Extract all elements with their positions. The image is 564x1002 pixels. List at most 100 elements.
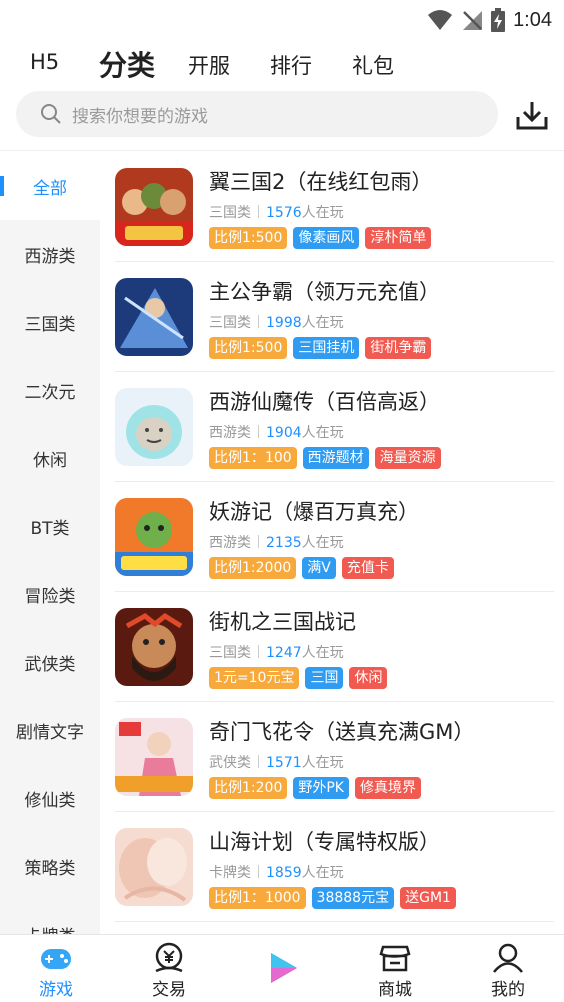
trade-icon — [155, 942, 183, 973]
game-list: 翼三国2（在线红包雨） 三国类 1576人在玩 比例1:500 像素画风 淳朴简单… — [100, 152, 564, 934]
gamepad-icon — [41, 949, 71, 969]
sidebar-item-card[interactable]: 卡牌类 — [0, 900, 100, 935]
tab-h5[interactable]: H5 — [30, 50, 59, 74]
game-item[interactable]: 主公争霸（领万元充值） 三国类 1998人在玩 比例1:500 三国挂机 街机争霸 — [100, 262, 564, 372]
ratio-tag: 比例1:2000 — [209, 557, 297, 579]
feature-tag: 满V — [302, 557, 336, 579]
top-tabs: H5 分类 开服 排行 礼包 — [0, 42, 564, 86]
sidebar-item-xiuxian[interactable]: 修仙类 — [0, 764, 100, 832]
search-icon — [41, 104, 61, 124]
game-item[interactable]: 奇门飞花令（送真充满GM） 武侠类 1571人在玩 比例1:200 野外PK 修真… — [100, 702, 564, 812]
style-tag: 充值卡 — [341, 557, 394, 579]
player-count: 1571 — [266, 755, 302, 771]
store-icon — [379, 945, 411, 972]
ratio-tag: 比例1:200 — [209, 777, 288, 799]
game-item[interactable]: 山海计划（专属特权版） 卡牌类 1859人在玩 比例1：1000 38888元宝 … — [100, 812, 564, 922]
game-thumbnail — [115, 388, 193, 466]
wifi-icon — [428, 10, 453, 30]
style-tag: 送GM1 — [400, 887, 456, 909]
sidebar-item-adventure[interactable]: 冒险类 — [0, 560, 100, 628]
tab-ranking[interactable]: 排行 — [270, 50, 312, 80]
game-thumbnail — [115, 608, 193, 686]
game-title: 奇门飞花令（送真充满GM） — [209, 720, 475, 744]
game-item[interactable]: 翼三国2（在线红包雨） 三国类 1576人在玩 比例1:500 像素画风 淳朴简单 — [100, 152, 564, 262]
feature-tag: 西游题材 — [302, 447, 369, 469]
sidebar-item-casual[interactable]: 休闲 — [0, 424, 100, 492]
game-meta: 三国类 1576人在玩 — [209, 202, 344, 222]
nav-profile-label: 我的 — [491, 980, 525, 1000]
style-tag: 海量资源 — [374, 447, 441, 469]
tab-category[interactable]: 分类 — [99, 44, 156, 84]
download-icon — [516, 102, 548, 130]
feature-tag: 像素画风 — [293, 227, 360, 249]
player-count: 1576 — [266, 205, 302, 221]
game-tags: 比例1:200 野外PK 修真境界 — [209, 777, 421, 799]
sidebar-item-anime[interactable]: 二次元 — [0, 356, 100, 424]
ratio-tag: 比例1:500 — [209, 337, 288, 359]
player-count: 2135 — [266, 535, 302, 551]
nav-play[interactable] — [242, 935, 322, 1002]
nav-games[interactable]: 游戏 — [16, 935, 96, 1002]
player-suffix: 人在玩 — [301, 865, 344, 881]
sidebar-item-all[interactable]: 全部 — [0, 152, 100, 220]
feature-tag: 38888元宝 — [311, 887, 395, 909]
sidebar-item-sanguo[interactable]: 三国类 — [0, 288, 100, 356]
sidebar-item-story[interactable]: 剧情文字 — [0, 696, 100, 764]
player-suffix: 人在玩 — [301, 645, 344, 661]
sidebar-item-strategy[interactable]: 策略类 — [0, 832, 100, 900]
nav-profile[interactable]: 我的 — [468, 935, 548, 1002]
game-item[interactable]: 西游仙魔传（百倍高返） 西游类 1904人在玩 比例1：100 西游题材 海量资源 — [100, 372, 564, 482]
sidebar-item-wuxia[interactable]: 武侠类 — [0, 628, 100, 696]
player-suffix: 人在玩 — [301, 755, 344, 771]
player-count: 1247 — [266, 645, 302, 661]
game-meta: 西游类 2135人在玩 — [209, 532, 344, 552]
feature-tag: 野外PK — [293, 777, 349, 799]
style-tag: 休闲 — [349, 667, 388, 689]
bottom-nav: 游戏 交易 商城 我的 — [0, 934, 564, 1002]
game-tags: 1元=10元宝 三国 休闲 — [209, 667, 388, 689]
player-count: 1998 — [266, 315, 302, 331]
game-meta: 卡牌类 1859人在玩 — [209, 862, 344, 882]
battery-charging-icon — [491, 8, 506, 32]
game-thumbnail — [115, 168, 193, 246]
game-title: 街机之三国战记 — [209, 610, 356, 634]
no-signal-icon — [463, 11, 483, 30]
game-item[interactable]: 妖游记（爆百万真充） 西游类 2135人在玩 比例1:2000 满V 充值卡 — [100, 482, 564, 592]
game-tags: 比例1：100 西游题材 海量资源 — [209, 447, 441, 469]
sidebar-item-xiyou[interactable]: 西游类 — [0, 220, 100, 288]
status-bar: 1:04 — [0, 0, 564, 40]
game-thumbnail — [115, 828, 193, 906]
tab-gift[interactable]: 礼包 — [352, 50, 394, 80]
search-placeholder: 搜索你想要的游戏 — [72, 106, 208, 127]
game-category: 三国类 — [209, 205, 251, 221]
download-button[interactable] — [512, 96, 552, 134]
header-divider — [0, 150, 564, 151]
feature-tag: 三国 — [305, 667, 344, 689]
player-suffix: 人在玩 — [301, 205, 344, 221]
style-tag: 淳朴简单 — [365, 227, 432, 249]
game-tags: 比例1:500 像素画风 淳朴简单 — [209, 227, 432, 249]
game-tags: 比例1:2000 满V 充值卡 — [209, 557, 394, 579]
game-tags: 比例1:500 三国挂机 街机争霸 — [209, 337, 432, 359]
tab-server-open[interactable]: 开服 — [188, 50, 230, 80]
nav-trade[interactable]: 交易 — [129, 935, 209, 1002]
game-title: 妖游记（爆百万真充） — [209, 500, 419, 524]
row-divider — [115, 921, 554, 922]
nav-store[interactable]: 商城 — [355, 935, 435, 1002]
game-thumbnail — [115, 718, 193, 796]
game-meta: 西游类 1904人在玩 — [209, 422, 344, 442]
player-count: 1859 — [266, 865, 302, 881]
nav-store-label: 商城 — [378, 980, 412, 1000]
game-category: 武侠类 — [209, 755, 251, 771]
ratio-tag: 1元=10元宝 — [209, 667, 300, 689]
game-item[interactable]: 街机之三国战记 三国类 1247人在玩 1元=10元宝 三国 休闲 — [100, 592, 564, 702]
game-tags: 比例1：1000 38888元宝 送GM1 — [209, 887, 456, 909]
player-count: 1904 — [266, 425, 302, 441]
game-category: 西游类 — [209, 535, 251, 551]
game-category: 西游类 — [209, 425, 251, 441]
game-category: 三国类 — [209, 645, 251, 661]
search-bar[interactable]: 搜索你想要的游戏 — [16, 91, 498, 137]
game-thumbnail — [115, 278, 193, 356]
sidebar-item-bt[interactable]: BT类 — [0, 492, 100, 560]
tab-category-label: 分类 — [99, 49, 156, 82]
